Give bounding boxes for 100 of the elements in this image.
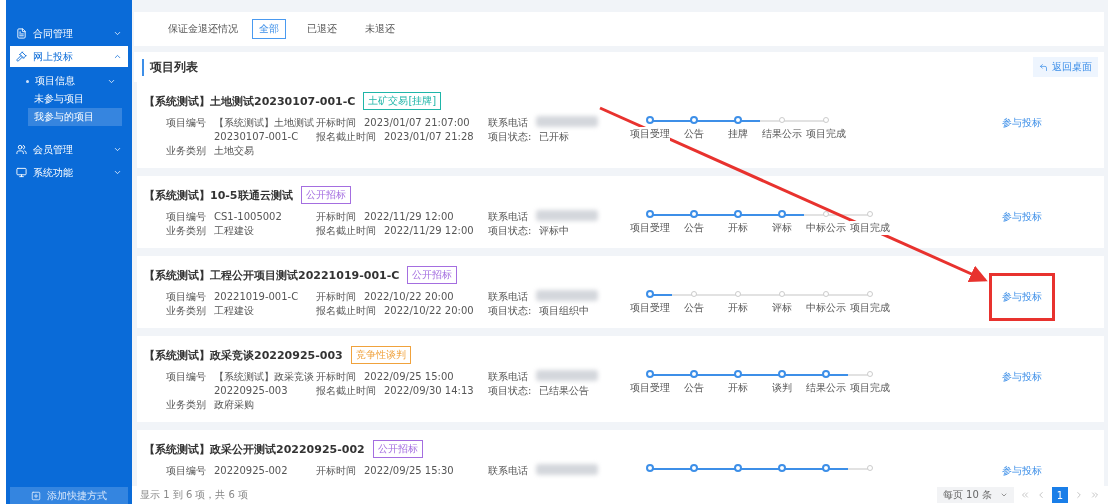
- join-bid-link[interactable]: 参与投标: [1002, 464, 1042, 478]
- field-label: 业务类别: [166, 398, 206, 412]
- field-value: 【系统测试】政采竞谈 20220925-003: [214, 370, 315, 398]
- field-label: 联系电话: [488, 290, 528, 304]
- blurred-phone: [536, 464, 598, 475]
- back-button[interactable]: 返回桌面: [1033, 57, 1098, 77]
- step-label: 项目受理: [630, 381, 670, 395]
- field-label: 报名截止时间: [316, 304, 376, 318]
- project-tag: 公开招标: [300, 186, 351, 204]
- field-label: 业务类别: [166, 304, 206, 318]
- previous-page-icon[interactable]: [1036, 490, 1046, 500]
- field-label: 项目状态:: [488, 304, 532, 318]
- blurred-phone: [536, 210, 598, 221]
- step-label: 公告: [684, 127, 704, 141]
- step-label: 公告: [684, 301, 704, 315]
- project-tag: 公开招标: [407, 266, 458, 284]
- step-label: 挂牌: [728, 127, 748, 141]
- field-label: 联系电话: [488, 370, 528, 384]
- chevron-down-icon: [113, 168, 122, 177]
- step-label: 公告: [684, 221, 704, 235]
- step-label: 开标: [728, 301, 748, 315]
- field-label: 报名截止时间: [316, 384, 376, 398]
- sidebar-item[interactable]: 合同管理: [10, 23, 128, 44]
- field-value: 2022/11/29 12:00: [384, 224, 474, 238]
- step-label: 公告: [684, 381, 704, 395]
- step-label: 项目完成: [850, 381, 890, 395]
- project-title: 【系统测试】政采竞谈20220925-003: [144, 347, 343, 363]
- field-label: 报名截止时间: [316, 224, 376, 238]
- field-label: 开标时间: [316, 464, 356, 478]
- field-value: 20220925-002: [214, 464, 288, 478]
- field-label: 联系电话: [488, 464, 528, 478]
- step-label: 项目受理: [630, 221, 670, 235]
- step-label: 项目受理: [630, 127, 670, 141]
- project-title: 【系统测试】工程公开项目测试20221019-001-C: [144, 267, 400, 283]
- field-value: 工程建设: [214, 304, 254, 318]
- filter-option[interactable]: 已退还: [300, 19, 344, 39]
- last-page-icon[interactable]: [1090, 490, 1100, 500]
- field-value: 政府采购: [214, 398, 254, 412]
- first-page-icon[interactable]: [1020, 490, 1030, 500]
- step-label: 项目受理: [630, 301, 670, 315]
- field-label: 项目状态:: [488, 130, 532, 144]
- step-label: 谈判: [772, 381, 792, 395]
- project-title: 【系统测试】土地测试20230107-001-C: [144, 93, 356, 109]
- field-value: 2023/01/07 21:07:00: [364, 116, 470, 130]
- field-label: 项目状态:: [488, 224, 532, 238]
- chevron-up-icon: [113, 52, 122, 61]
- field-label: 业务类别: [166, 224, 206, 238]
- sidebar-subitem[interactable]: 未参与项目: [28, 90, 122, 108]
- step-label: 开标: [728, 221, 748, 235]
- field-label: 项目编号: [166, 210, 206, 224]
- field-value: 2022/09/25 15:30: [364, 464, 454, 478]
- project-tag: 土矿交易[挂牌]: [363, 92, 442, 110]
- field-value: 土地交易: [214, 144, 254, 158]
- add-shortcut-button[interactable]: 添加快捷方式: [10, 487, 128, 504]
- field-label: 项目编号: [166, 370, 206, 384]
- sidebar-subitem[interactable]: 项目信息: [20, 72, 122, 90]
- sidebar-item[interactable]: 网上投标: [10, 46, 128, 67]
- plus-icon: [31, 490, 41, 501]
- next-page-icon[interactable]: [1074, 490, 1084, 500]
- filter-option[interactable]: 全部: [252, 19, 286, 39]
- project-tag: 竞争性谈判: [350, 346, 411, 364]
- join-bid-link[interactable]: 参与投标: [992, 276, 1052, 318]
- join-bid-link[interactable]: 参与投标: [1002, 116, 1042, 130]
- step-label: 开标: [728, 381, 748, 395]
- step-label: 中标公示: [806, 221, 846, 235]
- join-bid-link[interactable]: 参与投标: [1002, 210, 1042, 224]
- sidebar-item[interactable]: 系统功能: [10, 162, 128, 183]
- field-label: 项目编号: [166, 116, 206, 130]
- sidebar-subitem[interactable]: 我参与的项目: [28, 108, 122, 126]
- filter-label: 保证金退还情况: [168, 22, 238, 36]
- menu-item-icon: [16, 28, 27, 39]
- field-label: 项目状态:: [488, 384, 532, 398]
- field-value: 【系统测试】土地测试 20230107-001-C: [214, 116, 315, 144]
- project-title: 【系统测试】10-5联通云测试: [144, 187, 293, 203]
- page-size-select[interactable]: 每页 10 条: [936, 487, 1014, 503]
- sidebar-item[interactable]: 会员管理: [10, 139, 128, 160]
- footer-summary: 显示 1 到 6 项，共 6 项: [140, 488, 249, 502]
- field-label: 开标时间: [316, 370, 356, 384]
- section-title: 项目列表: [142, 58, 198, 76]
- project-tag: 公开招标: [372, 440, 423, 458]
- field-label: 开标时间: [316, 116, 356, 130]
- page-number[interactable]: 1: [1052, 487, 1068, 503]
- menu-item-icon: [16, 51, 27, 62]
- field-value: 2022/09/25 15:00: [364, 370, 454, 384]
- chevron-down-icon: [113, 29, 122, 38]
- join-bid-link[interactable]: 参与投标: [1002, 370, 1042, 384]
- field-label: 项目编号: [166, 464, 206, 478]
- field-value: 2022/10/22 20:00: [364, 290, 454, 304]
- field-label: 业务类别: [166, 144, 206, 158]
- field-label: 联系电话: [488, 210, 528, 224]
- field-value: CS1-1005002: [214, 210, 282, 224]
- field-value: 2022/09/30 14:13: [384, 384, 474, 398]
- field-label: 开标时间: [316, 290, 356, 304]
- step-label: 项目完成: [806, 127, 846, 141]
- blurred-phone: [536, 290, 598, 301]
- filter-option[interactable]: 未退还: [358, 19, 402, 39]
- blurred-phone: [536, 370, 598, 381]
- chevron-down-icon: [1000, 491, 1008, 499]
- step-label: 结果公示: [762, 127, 802, 141]
- chevron-down-icon: [113, 145, 122, 154]
